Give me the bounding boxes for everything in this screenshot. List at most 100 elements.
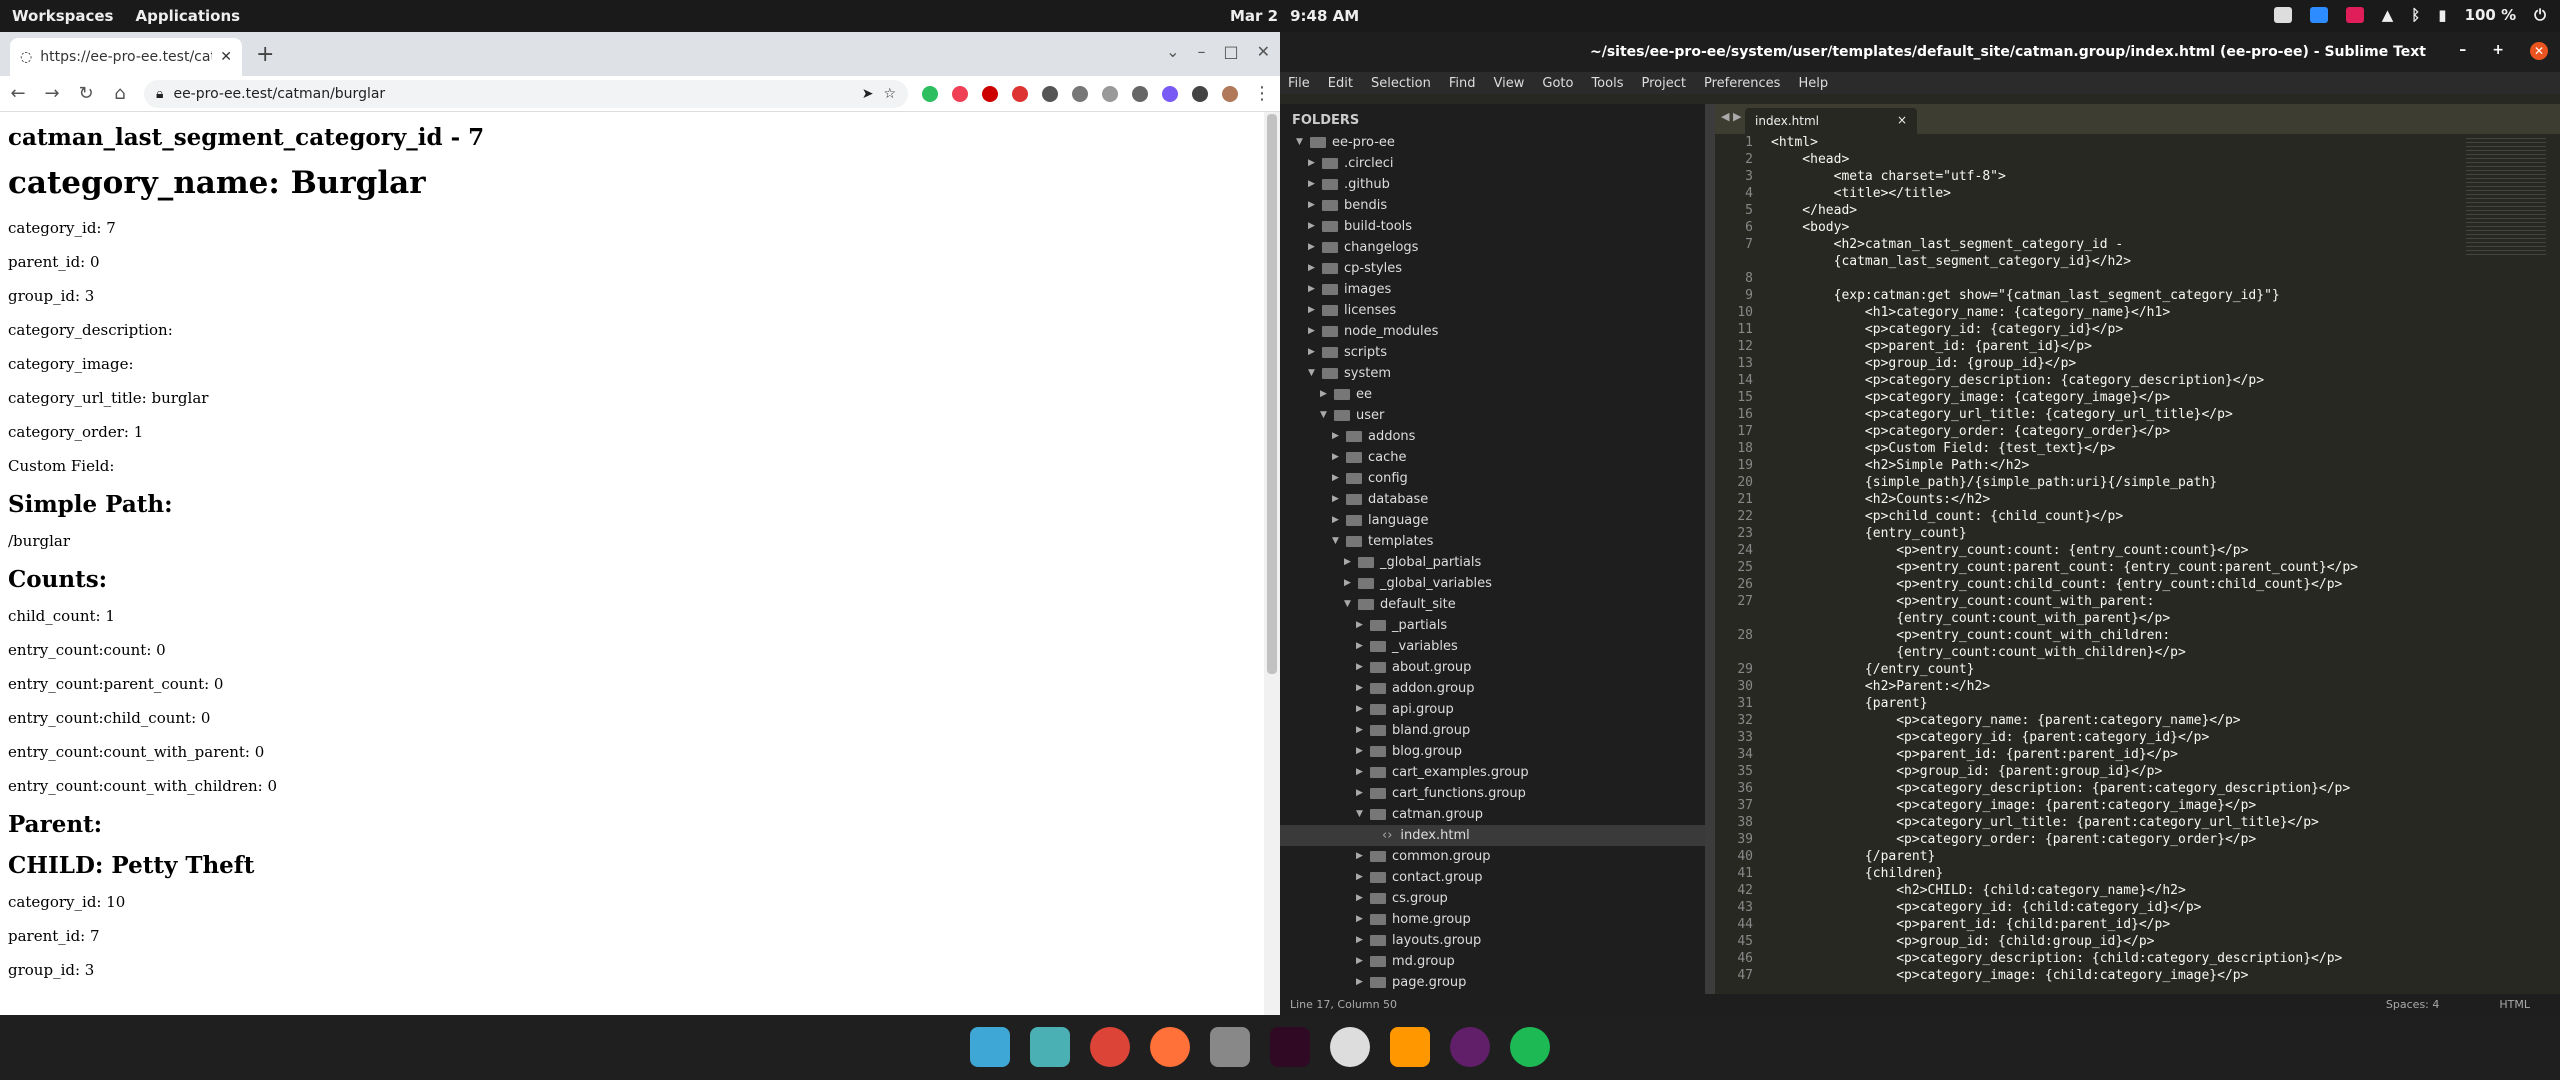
sidebar-folder[interactable]: ▼ templates	[1280, 531, 1705, 552]
back-icon[interactable]: ←	[8, 83, 28, 104]
sidebar-folder[interactable]: ▶ build-tools	[1280, 216, 1705, 237]
editor-tab[interactable]: index.html ×	[1745, 108, 1917, 134]
files-app-icon[interactable]	[1030, 1027, 1070, 1067]
sidebar-folder[interactable]: ▶ scripts	[1280, 342, 1705, 363]
sidebar-folder[interactable]: ▶ cart_functions.group	[1280, 783, 1705, 804]
maximize-icon[interactable]: +	[2492, 42, 2504, 60]
extension-icon[interactable]	[982, 85, 998, 102]
sidebar-folder[interactable]: ▶ addons	[1280, 426, 1705, 447]
slack-tray-icon[interactable]	[2345, 7, 2364, 23]
menu-item[interactable]: Tools	[1591, 76, 1623, 91]
sidebar-folder[interactable]: ▶ blog.group	[1280, 741, 1705, 762]
sidebar-file[interactable]: ‹› index.html	[1280, 825, 1705, 846]
menu-item[interactable]: Goto	[1542, 76, 1573, 91]
opera-extension-icon[interactable]	[1012, 85, 1028, 102]
wifi-icon[interactable]: ▲	[2382, 6, 2394, 24]
forward-icon[interactable]: →	[42, 83, 62, 104]
sidebar-folder[interactable]: ▶ cart_examples.group	[1280, 762, 1705, 783]
sidebar-folder[interactable]: ▼ ee-pro-ee	[1280, 132, 1705, 153]
firefox-app-icon[interactable]	[1150, 1027, 1190, 1067]
tab-search-icon[interactable]: ⌄	[1166, 42, 1179, 61]
file-manager-icon[interactable]	[1210, 1027, 1250, 1067]
sidebar-folder[interactable]: ▶ cs.group	[1280, 888, 1705, 909]
menu-item[interactable]: View	[1494, 76, 1525, 91]
power-icon[interactable]: ⏻	[2534, 6, 2546, 24]
sidebar-folder[interactable]: ▼ system	[1280, 363, 1705, 384]
sidebar-folder[interactable]: ▶ layouts.group	[1280, 930, 1705, 951]
menu-item[interactable]: Edit	[1328, 76, 1353, 91]
sidebar-folder[interactable]: ▶ .github	[1280, 174, 1705, 195]
minimize-icon[interactable]: –	[1197, 42, 1205, 61]
sidebar-folder[interactable]: ▶ _partials	[1280, 615, 1705, 636]
page-scrollbar[interactable]	[1264, 112, 1280, 1015]
battery-icon[interactable]: ▮	[2438, 6, 2446, 24]
menu-item[interactable]: Help	[1798, 76, 1828, 91]
status-syntax[interactable]: HTML	[2499, 998, 2530, 1011]
sidebar-folder[interactable]: ▶ bendis	[1280, 195, 1705, 216]
sidebar-folder[interactable]: ▶ common.group	[1280, 846, 1705, 867]
sidebar-folder[interactable]: ▶ database	[1280, 489, 1705, 510]
tab-nav-arrows-icon[interactable]: ◀ ▶	[1721, 110, 1741, 123]
share-icon[interactable]: ➤	[862, 86, 874, 102]
sidebar-folder[interactable]: ▼ catman.group	[1280, 804, 1705, 825]
sidebar-folder[interactable]: ▶ cp-styles	[1280, 258, 1705, 279]
avatar[interactable]	[1222, 85, 1238, 102]
colorpicker-extension-icon[interactable]	[1042, 85, 1058, 102]
sidebar-folder[interactable]: ▶ contact.group	[1280, 867, 1705, 888]
zoom-icon[interactable]	[2309, 7, 2328, 23]
sidebar-folder[interactable]: ▶ bland.group	[1280, 720, 1705, 741]
sidebar-folder[interactable]: ▼ default_site	[1280, 594, 1705, 615]
sidebar-folder[interactable]: ▶ changelogs	[1280, 237, 1705, 258]
puzzle-icon[interactable]	[1192, 85, 1208, 102]
gimp-icon[interactable]	[1330, 1027, 1370, 1067]
workspaces-button[interactable]: Workspaces	[12, 7, 113, 25]
tab-close-icon[interactable]: ✕	[220, 49, 232, 65]
spotify-app-icon[interactable]	[1510, 1027, 1550, 1067]
sidebar-folder[interactable]: ▼ user	[1280, 405, 1705, 426]
minimize-icon[interactable]: –	[2459, 42, 2466, 60]
sidebar-folder[interactable]: ▶ addon.group	[1280, 678, 1705, 699]
move-extension-icon[interactable]	[1072, 85, 1088, 102]
sidebar-folder[interactable]: ▶ home.group	[1280, 909, 1705, 930]
close-window-icon[interactable]: ✕	[1257, 42, 1270, 61]
home-icon[interactable]: ⌂	[110, 83, 130, 104]
evernote-extension-icon[interactable]	[922, 85, 938, 102]
applications-button[interactable]: Applications	[135, 7, 240, 25]
kebab-menu-icon[interactable]: ⋮	[1252, 83, 1272, 104]
sidebar-folder[interactable]: ▶ about.group	[1280, 657, 1705, 678]
sidebar-folder[interactable]: ▶ _global_variables	[1280, 573, 1705, 594]
close-icon[interactable]: ×	[1897, 113, 1907, 127]
browser-tab[interactable]: ◌ https://ee-pro-ee.test/catm ✕	[10, 38, 242, 76]
sidebar-folder[interactable]: ▶ api.group	[1280, 699, 1705, 720]
sidebar-divider[interactable]	[1705, 104, 1715, 994]
screen-icon[interactable]	[2273, 7, 2292, 23]
maximize-icon[interactable]: □	[1223, 42, 1238, 61]
menu-item[interactable]: Preferences	[1704, 76, 1780, 91]
sidebar-folder[interactable]: ▶ cache	[1280, 447, 1705, 468]
slack-app-icon[interactable]	[1450, 1027, 1490, 1067]
reload-icon[interactable]: ↻	[76, 83, 96, 104]
sidebar-folder[interactable]: ▶ images	[1280, 279, 1705, 300]
sidebar-folder[interactable]: ▶ licenses	[1280, 300, 1705, 321]
status-spaces[interactable]: Spaces: 4	[2386, 998, 2439, 1011]
clock[interactable]: Mar 2 9:48 AM	[1230, 7, 1359, 25]
bluetooth-icon[interactable]: ᛒ	[2411, 6, 2420, 24]
sidebar-folder[interactable]: ▶ md.group	[1280, 951, 1705, 972]
sidebar-folder[interactable]: ▶ config	[1280, 468, 1705, 489]
pocket-extension-icon[interactable]	[952, 85, 968, 102]
sublime-app-icon[interactable]	[1390, 1027, 1430, 1067]
sidebar-folder[interactable]: ▶ .circleci	[1280, 153, 1705, 174]
menu-item[interactable]: Project	[1641, 76, 1685, 91]
sidebar-folder[interactable]: ▶ page.group	[1280, 972, 1705, 993]
chrome-app-icon[interactable]	[1090, 1027, 1130, 1067]
menu-item[interactable]: Selection	[1371, 76, 1431, 91]
sidebar-folder[interactable]: ▶ _variables	[1280, 636, 1705, 657]
filter-extension-icon[interactable]	[1132, 85, 1148, 102]
sidebar-folder[interactable]: ▶ ee	[1280, 384, 1705, 405]
search-app-icon[interactable]	[970, 1027, 1010, 1067]
sidebar-folder[interactable]: ▶ language	[1280, 510, 1705, 531]
code-editor[interactable]: 1 2 3 4 5 6 7 8 9 10 11 12 13 14 15 16 17 18 19 20 21 22 23 24 2…	[1715, 134, 2560, 994]
sidebar-folder[interactable]: ▶ node_modules	[1280, 321, 1705, 342]
extension-icon[interactable]	[1102, 85, 1118, 102]
menu-item[interactable]: Find	[1449, 76, 1476, 91]
